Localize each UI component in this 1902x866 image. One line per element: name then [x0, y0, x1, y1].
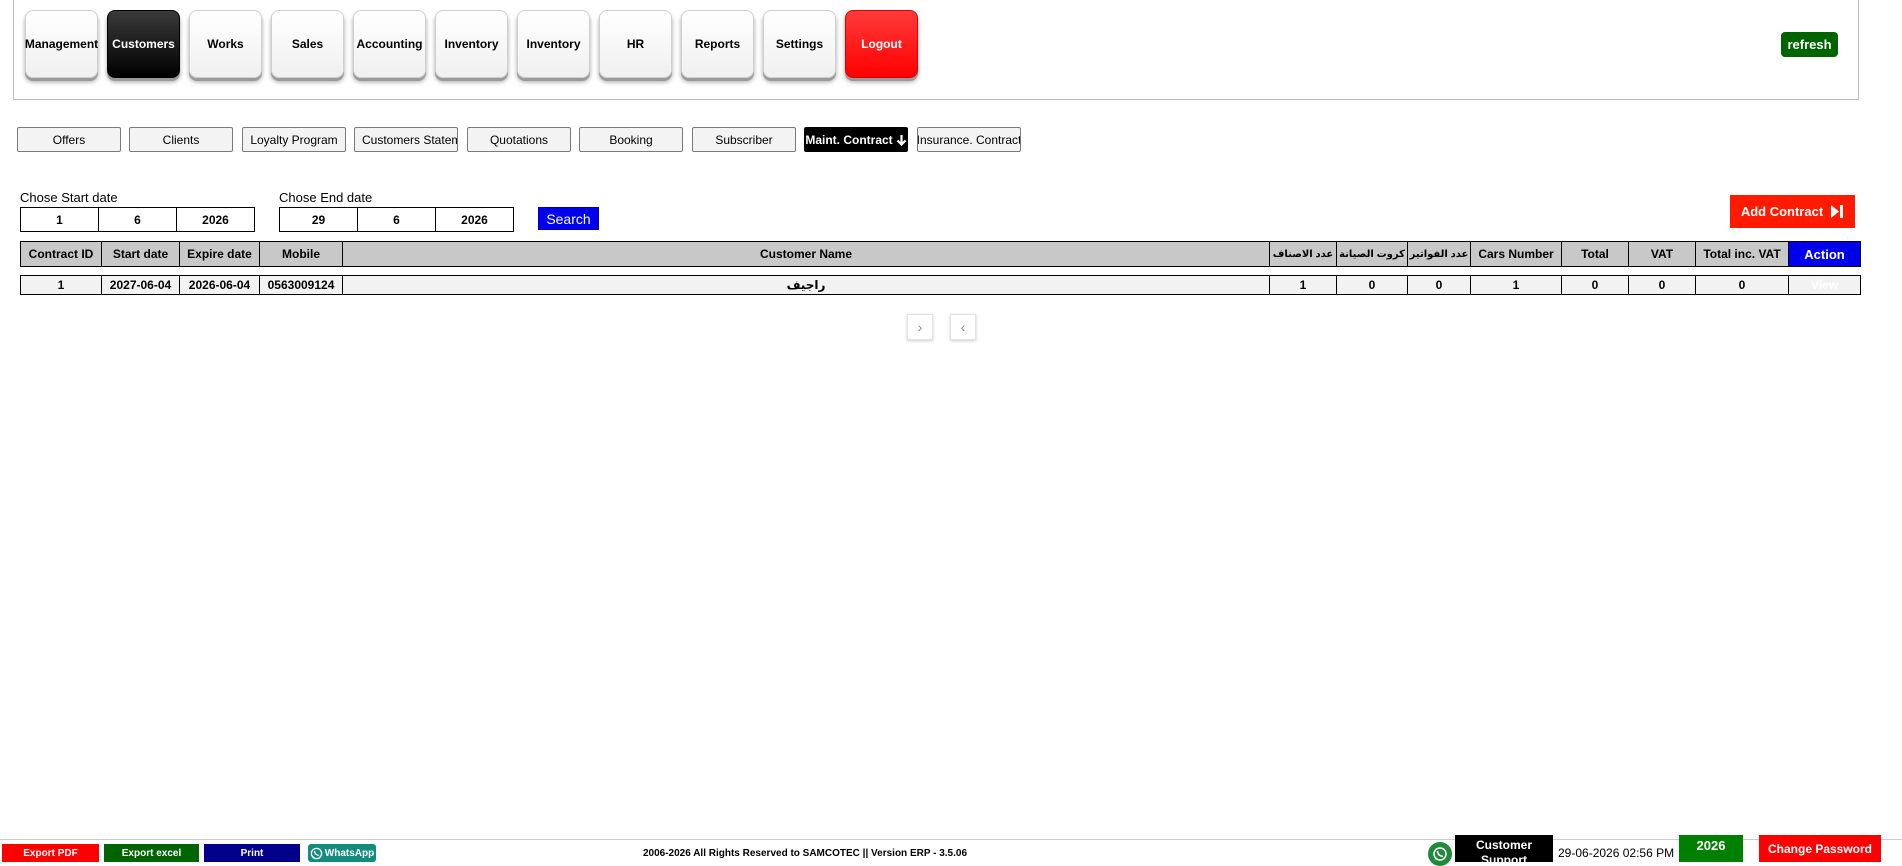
col-total[interactable]: Total — [1561, 241, 1629, 267]
copyright-text: 2006-2026 All Rights Reserved to SAMCOTE… — [642, 848, 968, 859]
whatsapp-button[interactable]: WhatsApp — [308, 844, 376, 862]
cell-vat: 0 — [1628, 275, 1696, 295]
customer-support-button[interactable]: Customer Support — [1455, 835, 1553, 862]
nav-inventory[interactable]: Inventory — [435, 10, 508, 78]
col-maintenance-cards[interactable]: كروت الصيانة — [1336, 241, 1408, 267]
col-vat[interactable]: VAT — [1628, 241, 1696, 267]
end-year-select[interactable]: 2026 — [435, 207, 514, 232]
nav-works[interactable]: Works — [189, 10, 262, 78]
col-customer-name[interactable]: Customer Name — [342, 241, 1270, 267]
cell-mobile: 0563009124 — [259, 275, 343, 295]
export-excel-button[interactable]: Export excel — [104, 844, 199, 862]
cell-customer-name: راجيف — [342, 275, 1270, 295]
whatsapp-support-icon[interactable] — [1428, 842, 1452, 866]
tab-maint-contract[interactable]: Maint. Contract — [804, 127, 908, 152]
tab-insurance-contract[interactable]: Insurance. Contract — [917, 127, 1021, 152]
refresh-button[interactable]: refresh — [1781, 32, 1838, 57]
start-year-select[interactable]: 2026 — [176, 207, 255, 232]
table-spacer — [20, 266, 1861, 276]
view-button[interactable]: View — [1788, 275, 1861, 295]
nav-accounting[interactable]: Accounting — [353, 10, 426, 78]
end-month-select[interactable]: 6 — [357, 207, 436, 232]
col-action: Action — [1788, 241, 1861, 267]
current-datetime: 29-06-2026 02:56 PM — [1558, 846, 1675, 860]
search-button[interactable]: Search — [538, 207, 599, 230]
year-badge: 2026 — [1679, 835, 1743, 862]
add-contract-label: Add Contract — [1740, 204, 1824, 219]
change-password-button[interactable]: Change Password — [1759, 835, 1881, 862]
next-page-button[interactable]: › — [907, 314, 933, 340]
arrow-down-icon — [896, 134, 906, 146]
tab-offers[interactable]: Offers — [17, 127, 121, 152]
nav-hr[interactable]: HR — [599, 10, 672, 78]
cell-items-count: 1 — [1269, 275, 1337, 295]
nav-logout-button[interactable]: Logout — [845, 10, 918, 78]
col-mobile[interactable]: Mobile — [259, 241, 343, 267]
add-contract-button[interactable]: Add Contract — [1730, 195, 1855, 228]
tab-booking[interactable]: Booking — [579, 127, 683, 152]
table-header-row: Contract ID Start date Expire date Mobil… — [20, 241, 1861, 267]
tab-customers-statement[interactable]: Customers Statement — [354, 127, 458, 152]
tab-subscriber[interactable]: Subscriber — [692, 127, 796, 152]
cell-start-date: 2027-06-04 — [101, 275, 180, 295]
nav-settings[interactable]: Settings — [763, 10, 836, 78]
print-button[interactable]: Print — [204, 844, 300, 862]
nav-reports[interactable]: Reports — [681, 10, 754, 78]
col-cars-number[interactable]: Cars Number — [1470, 241, 1562, 267]
start-date-label: Chose Start date — [20, 190, 118, 205]
tab-maint-contract-label: Maint. Contract — [805, 132, 893, 147]
skip-forward-icon — [1831, 205, 1844, 218]
cell-total-inc-vat: 0 — [1695, 275, 1789, 295]
end-date-label: Chose End date — [279, 190, 373, 205]
col-contract-id[interactable]: Contract ID — [20, 241, 102, 267]
col-total-inc-vat[interactable]: Total inc. VAT — [1695, 241, 1789, 267]
nav-inventory-2[interactable]: Inventory — [517, 10, 590, 78]
start-month-select[interactable]: 6 — [98, 207, 177, 232]
cell-cars-number: 1 — [1470, 275, 1562, 295]
whatsapp-icon — [310, 847, 323, 859]
cell-expire-date: 2026-06-04 — [179, 275, 260, 295]
tab-quotations[interactable]: Quotations — [467, 127, 571, 152]
end-day-select[interactable]: 29 — [279, 207, 358, 232]
contracts-table: Contract ID Start date Expire date Mobil… — [20, 241, 1861, 295]
cell-invoices-count: 0 — [1407, 275, 1471, 295]
whatsapp-label: WhatsApp — [324, 847, 375, 859]
prev-page-button[interactable]: ‹ — [950, 314, 976, 340]
cell-maintenance-cards: 0 — [1336, 275, 1408, 295]
export-pdf-button[interactable]: Export PDF — [2, 844, 99, 862]
tab-loyalty-program[interactable]: Loyalty Program — [242, 127, 346, 152]
cell-contract-id: 1 — [20, 275, 102, 295]
col-invoices-count[interactable]: عدد الفواتير — [1407, 241, 1471, 267]
col-items-count[interactable]: عدد الاصناف — [1269, 241, 1337, 267]
table-row: 1 2027-06-04 2026-06-04 0563009124 راجيف… — [20, 275, 1861, 295]
cell-total: 0 — [1561, 275, 1629, 295]
tab-clients[interactable]: Clients — [129, 127, 233, 152]
start-day-select[interactable]: 1 — [20, 207, 99, 232]
nav-customers[interactable]: Customers — [107, 10, 180, 78]
col-expire-date[interactable]: Expire date — [179, 241, 260, 267]
col-start-date[interactable]: Start date — [101, 241, 180, 267]
nav-sales[interactable]: Sales — [271, 10, 344, 78]
nav-management[interactable]: Management — [25, 10, 98, 78]
